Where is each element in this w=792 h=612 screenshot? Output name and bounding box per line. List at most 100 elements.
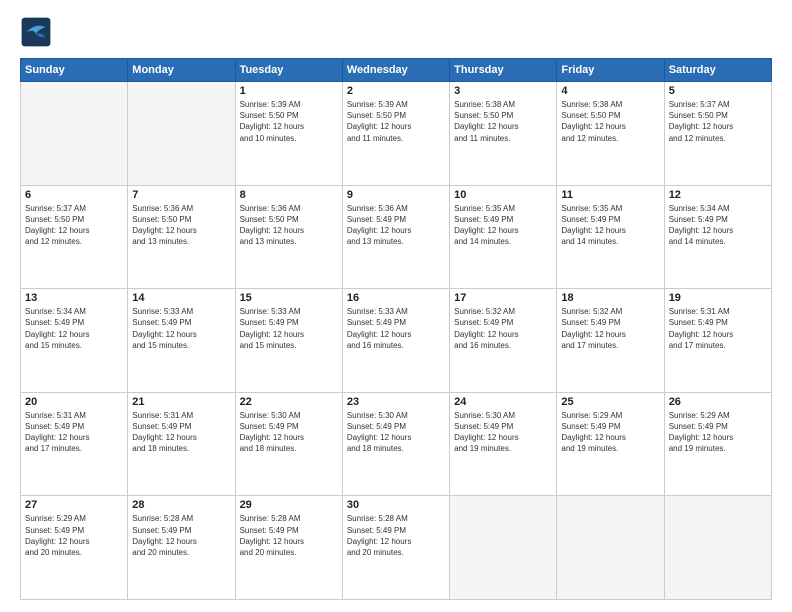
calendar-cell: 29 Sunrise: 5:28 AM Sunset: 5:49 PM Dayli… <box>235 496 342 600</box>
calendar-cell: 25Sunrise: 5:29 AM Sunset: 5:49 PM Dayli… <box>557 392 664 496</box>
day-info: Sunrise: 5:39 AM Sunset: 5:50 PM Dayligh… <box>347 99 445 144</box>
calendar-cell: 16 Sunrise: 5:33 AM Sunset: 5:49 PM Dayli… <box>342 289 449 393</box>
day-number: 8 <box>240 189 338 201</box>
calendar-cell: 19 Sunrise: 5:31 AM Sunset: 5:49 PM Dayli… <box>664 289 771 393</box>
logo-icon <box>20 16 52 48</box>
calendar-cell <box>664 496 771 600</box>
calendar-cell <box>128 82 235 186</box>
calendar-cell <box>557 496 664 600</box>
calendar-table: SundayMondayTuesdayWednesdayThursdayFrid… <box>20 58 772 600</box>
day-info: Sunrise: 5:30 AM Sunset: 5:49 PM Dayligh… <box>240 410 338 455</box>
day-info: Sunrise: 5:35 AM Sunset: 5:49 PM Dayligh… <box>561 203 659 248</box>
day-info: Sunrise: 5:37 AM Sunset: 5:50 PM Dayligh… <box>25 203 123 248</box>
day-number: 13 <box>25 292 123 304</box>
day-number: 28 <box>132 499 230 511</box>
day-number: 23 <box>347 396 445 408</box>
day-info: Sunrise: 5:32 AM Sunset: 5:49 PM Dayligh… <box>454 306 552 351</box>
weekday-header-sunday: Sunday <box>21 59 128 82</box>
day-number: 7 <box>132 189 230 201</box>
calendar-week-row: 1 Sunrise: 5:39 AM Sunset: 5:50 PM Daylig… <box>21 82 772 186</box>
calendar-cell: 3Sunrise: 5:38 AM Sunset: 5:50 PM Daylig… <box>450 82 557 186</box>
calendar-cell: 10Sunrise: 5:35 AM Sunset: 5:49 PM Dayli… <box>450 185 557 289</box>
day-number: 25 <box>561 396 659 408</box>
day-info: Sunrise: 5:31 AM Sunset: 5:49 PM Dayligh… <box>669 306 767 351</box>
calendar-cell: 24Sunrise: 5:30 AM Sunset: 5:49 PM Dayli… <box>450 392 557 496</box>
day-info: Sunrise: 5:31 AM Sunset: 5:49 PM Dayligh… <box>132 410 230 455</box>
logo <box>20 16 56 48</box>
day-number: 10 <box>454 189 552 201</box>
calendar-cell: 27 Sunrise: 5:29 AM Sunset: 5:49 PM Dayli… <box>21 496 128 600</box>
day-info: Sunrise: 5:33 AM Sunset: 5:49 PM Dayligh… <box>347 306 445 351</box>
calendar-cell: 17 Sunrise: 5:32 AM Sunset: 5:49 PM Dayli… <box>450 289 557 393</box>
day-info: Sunrise: 5:32 AM Sunset: 5:49 PM Dayligh… <box>561 306 659 351</box>
weekday-header-tuesday: Tuesday <box>235 59 342 82</box>
day-info: Sunrise: 5:38 AM Sunset: 5:50 PM Dayligh… <box>454 99 552 144</box>
page: SundayMondayTuesdayWednesdayThursdayFrid… <box>0 0 792 612</box>
day-info: Sunrise: 5:30 AM Sunset: 5:49 PM Dayligh… <box>454 410 552 455</box>
day-info: Sunrise: 5:33 AM Sunset: 5:49 PM Dayligh… <box>132 306 230 351</box>
weekday-header-wednesday: Wednesday <box>342 59 449 82</box>
day-number: 19 <box>669 292 767 304</box>
calendar-cell: 20 Sunrise: 5:31 AM Sunset: 5:49 PM Dayli… <box>21 392 128 496</box>
calendar-cell: 2 Sunrise: 5:39 AM Sunset: 5:50 PM Daylig… <box>342 82 449 186</box>
calendar-week-row: 27 Sunrise: 5:29 AM Sunset: 5:49 PM Dayli… <box>21 496 772 600</box>
calendar-cell: 28 Sunrise: 5:28 AM Sunset: 5:49 PM Dayli… <box>128 496 235 600</box>
day-info: Sunrise: 5:34 AM Sunset: 5:49 PM Dayligh… <box>25 306 123 351</box>
day-number: 18 <box>561 292 659 304</box>
calendar-cell <box>21 82 128 186</box>
calendar-week-row: 13 Sunrise: 5:34 AM Sunset: 5:49 PM Dayli… <box>21 289 772 393</box>
day-number: 20 <box>25 396 123 408</box>
day-number: 5 <box>669 85 767 97</box>
day-info: Sunrise: 5:30 AM Sunset: 5:49 PM Dayligh… <box>347 410 445 455</box>
day-number: 27 <box>25 499 123 511</box>
day-info: Sunrise: 5:33 AM Sunset: 5:49 PM Dayligh… <box>240 306 338 351</box>
day-info: Sunrise: 5:36 AM Sunset: 5:50 PM Dayligh… <box>240 203 338 248</box>
day-number: 2 <box>347 85 445 97</box>
day-number: 14 <box>132 292 230 304</box>
day-number: 15 <box>240 292 338 304</box>
calendar-week-row: 20 Sunrise: 5:31 AM Sunset: 5:49 PM Dayli… <box>21 392 772 496</box>
calendar-cell: 30 Sunrise: 5:28 AM Sunset: 5:49 PM Dayli… <box>342 496 449 600</box>
day-info: Sunrise: 5:29 AM Sunset: 5:49 PM Dayligh… <box>25 513 123 558</box>
calendar-cell: 21 Sunrise: 5:31 AM Sunset: 5:49 PM Dayli… <box>128 392 235 496</box>
calendar-cell: 22 Sunrise: 5:30 AM Sunset: 5:49 PM Dayli… <box>235 392 342 496</box>
header <box>20 16 772 48</box>
calendar-cell <box>450 496 557 600</box>
day-number: 4 <box>561 85 659 97</box>
weekday-header-thursday: Thursday <box>450 59 557 82</box>
day-number: 30 <box>347 499 445 511</box>
calendar-cell: 11 Sunrise: 5:35 AM Sunset: 5:49 PM Dayli… <box>557 185 664 289</box>
day-number: 6 <box>25 189 123 201</box>
calendar-week-row: 6 Sunrise: 5:37 AM Sunset: 5:50 PM Daylig… <box>21 185 772 289</box>
day-info: Sunrise: 5:34 AM Sunset: 5:49 PM Dayligh… <box>669 203 767 248</box>
day-number: 21 <box>132 396 230 408</box>
calendar-cell: 18 Sunrise: 5:32 AM Sunset: 5:49 PM Dayli… <box>557 289 664 393</box>
day-info: Sunrise: 5:28 AM Sunset: 5:49 PM Dayligh… <box>132 513 230 558</box>
calendar-cell: 6 Sunrise: 5:37 AM Sunset: 5:50 PM Daylig… <box>21 185 128 289</box>
calendar-cell: 1 Sunrise: 5:39 AM Sunset: 5:50 PM Daylig… <box>235 82 342 186</box>
day-number: 26 <box>669 396 767 408</box>
day-info: Sunrise: 5:31 AM Sunset: 5:49 PM Dayligh… <box>25 410 123 455</box>
calendar-cell: 12 Sunrise: 5:34 AM Sunset: 5:49 PM Dayli… <box>664 185 771 289</box>
day-info: Sunrise: 5:28 AM Sunset: 5:49 PM Dayligh… <box>240 513 338 558</box>
day-info: Sunrise: 5:29 AM Sunset: 5:49 PM Dayligh… <box>669 410 767 455</box>
day-info: Sunrise: 5:28 AM Sunset: 5:49 PM Dayligh… <box>347 513 445 558</box>
day-number: 11 <box>561 189 659 201</box>
day-number: 1 <box>240 85 338 97</box>
day-number: 22 <box>240 396 338 408</box>
day-info: Sunrise: 5:37 AM Sunset: 5:50 PM Dayligh… <box>669 99 767 144</box>
weekday-header-friday: Friday <box>557 59 664 82</box>
calendar-cell: 13 Sunrise: 5:34 AM Sunset: 5:49 PM Dayli… <box>21 289 128 393</box>
day-number: 29 <box>240 499 338 511</box>
weekday-header-saturday: Saturday <box>664 59 771 82</box>
calendar-cell: 7Sunrise: 5:36 AM Sunset: 5:50 PM Daylig… <box>128 185 235 289</box>
calendar-cell: 14 Sunrise: 5:33 AM Sunset: 5:49 PM Dayli… <box>128 289 235 393</box>
calendar-header-row: SundayMondayTuesdayWednesdayThursdayFrid… <box>21 59 772 82</box>
day-number: 17 <box>454 292 552 304</box>
day-info: Sunrise: 5:38 AM Sunset: 5:50 PM Dayligh… <box>561 99 659 144</box>
calendar-cell: 23 Sunrise: 5:30 AM Sunset: 5:49 PM Dayli… <box>342 392 449 496</box>
day-number: 16 <box>347 292 445 304</box>
day-info: Sunrise: 5:39 AM Sunset: 5:50 PM Dayligh… <box>240 99 338 144</box>
day-number: 9 <box>347 189 445 201</box>
day-number: 12 <box>669 189 767 201</box>
